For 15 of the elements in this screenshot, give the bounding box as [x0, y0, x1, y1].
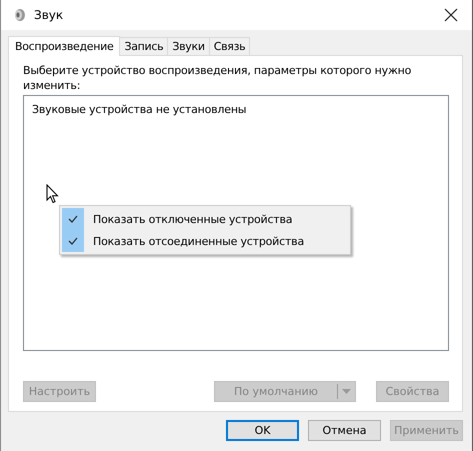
tab[interactable]: Воспроизведение	[8, 36, 120, 56]
menu-gutter	[62, 208, 84, 252]
button[interactable]: OK	[226, 420, 299, 441]
button[interactable]: Отмена	[308, 420, 381, 441]
speaker-icon	[12, 8, 26, 22]
caret-icon	[342, 389, 351, 394]
instruction-text: Выберите устройство воспроизведения, параметры которого нужно изменить:	[23, 63, 412, 94]
menu-item[interactable]: Показать отключенные устройства	[60, 208, 350, 230]
tab[interactable]: Связь	[208, 37, 250, 55]
window-title: Звук	[34, 8, 64, 22]
tab[interactable]: Звуки	[167, 37, 210, 55]
menu-item[interactable]: Показать отсоединенные устройства	[60, 230, 350, 252]
empty-message: Звуковые устройства не установлены	[32, 103, 246, 116]
close-icon[interactable]	[444, 8, 458, 22]
cursor-icon	[46, 184, 59, 204]
